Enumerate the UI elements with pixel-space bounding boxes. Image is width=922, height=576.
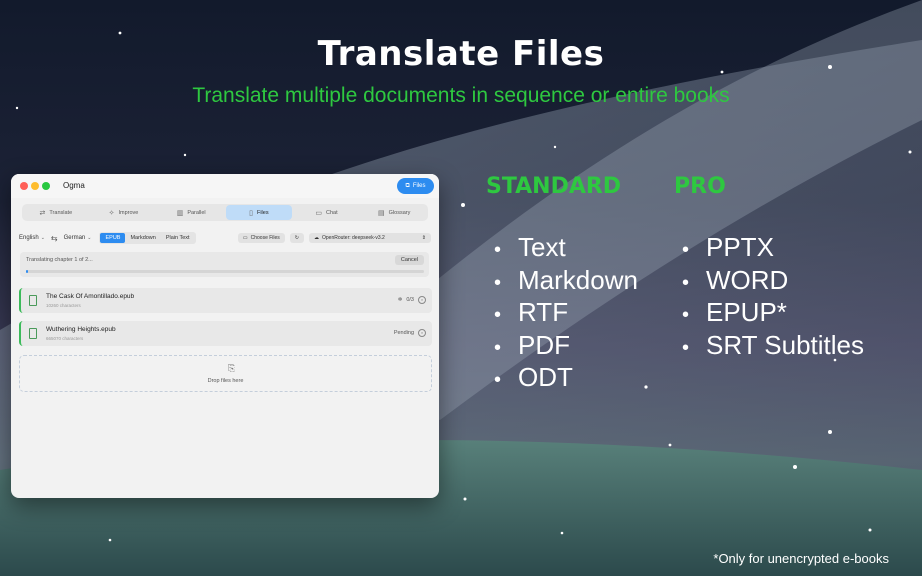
format-epub[interactable]: EPUB xyxy=(100,233,126,243)
file-status: ✲ 0/3 xyxy=(397,297,414,303)
choose-files-button[interactable]: ▭ Choose Files xyxy=(237,233,285,243)
mode-tabs: ⇄ Translate ✧ Improve ▥ Parallel ▯ Files ▭ Ch… xyxy=(22,204,428,221)
tab-glossary[interactable]: ▤ Glossary xyxy=(361,205,427,220)
tab-improve[interactable]: ✧ Improve xyxy=(91,205,157,220)
list-item: • PPTX xyxy=(682,232,774,262)
folder-icon: ▭ xyxy=(242,235,248,241)
list-item: • SRT Subtitles xyxy=(682,329,865,360)
app-title: Ogma xyxy=(63,181,85,190)
translate-icon: ⇄ xyxy=(39,209,46,217)
file-icon: ▯ xyxy=(249,209,253,217)
chevron-down-icon: ⌄ xyxy=(40,235,45,241)
book-icon: ▤ xyxy=(378,209,385,217)
list-item: • Markdown xyxy=(494,264,638,295)
list-item: • WORD xyxy=(682,264,789,295)
list-item: • PDF xyxy=(494,329,570,360)
footnote: *Only for unencrypted e-books xyxy=(713,551,889,566)
zoom-window-button[interactable] xyxy=(42,182,50,190)
hero-title: Translate Files xyxy=(317,34,605,74)
tab-parallel[interactable]: ▥ Parallel xyxy=(158,205,224,220)
source-language-select[interactable]: English ⌄ xyxy=(19,235,45,241)
hero-subtitle: Translate multiple documents in sequence… xyxy=(192,84,730,107)
chevron-down-icon: ⌄ xyxy=(87,235,92,241)
document-icon xyxy=(29,295,37,306)
standard-format-list: • Text • Markdown • RTF • PDF • ODT xyxy=(494,231,638,394)
list-item: • Text xyxy=(494,232,566,262)
refresh-button[interactable]: ↻ xyxy=(289,233,304,243)
file-drop-icon: ⎘ xyxy=(228,363,236,373)
file-row[interactable]: Wuthering Heights.epub 665070 characters… xyxy=(19,321,432,346)
file-name: The Cask Of Amontillado.epub xyxy=(46,293,135,300)
spinner-icon: ✲ xyxy=(397,297,403,303)
cloud-icon: ☁ xyxy=(314,235,319,241)
minimize-window-button[interactable] xyxy=(31,182,39,190)
cancel-button[interactable]: Cancel xyxy=(394,255,424,265)
drop-zone[interactable]: ⎘ Drop files here xyxy=(19,355,432,392)
tab-chat[interactable]: ▭ Chat xyxy=(294,205,360,220)
progress-panel: Translating chapter 1 of 2... Cancel xyxy=(20,252,429,277)
files-icon: ⧉ xyxy=(405,182,410,189)
swap-languages-button[interactable]: ⇆ xyxy=(51,234,58,243)
model-select[interactable]: ☁ OpenRouter: deepseek-v3.2 ⇕ xyxy=(309,233,431,243)
sparkle-icon: ✧ xyxy=(108,209,115,217)
file-row[interactable]: The Cask Of Amontillado.epub 10260 chara… xyxy=(19,288,432,313)
tab-files[interactable]: ▯ Files xyxy=(226,205,292,220)
remove-file-button[interactable]: × xyxy=(418,329,426,337)
file-char-count: 665070 characters xyxy=(46,336,84,341)
progress-bar-fill xyxy=(26,270,28,273)
list-item: • EPUP* xyxy=(682,297,787,327)
standard-heading: STANDARD xyxy=(486,174,622,199)
drop-zone-label: Drop files here xyxy=(207,378,244,384)
list-item: • RTF xyxy=(494,297,569,327)
close-window-button[interactable] xyxy=(20,182,28,190)
list-item: • ODT xyxy=(494,362,573,392)
file-name: Wuthering Heights.epub xyxy=(46,326,116,333)
document-icon xyxy=(29,328,37,339)
toolbar: English ⌄ ⇆ German ⌄ EPUB Markdown Plain… xyxy=(19,231,431,245)
pro-heading: PRO xyxy=(674,174,726,199)
updown-chevron-icon: ⇕ xyxy=(421,235,426,241)
columns-icon: ▥ xyxy=(176,209,184,217)
remove-file-button[interactable]: × xyxy=(418,296,426,304)
app-window: Ogma ⧉ Files ⇄ Translate ✧ Improve ▥ Parall… xyxy=(11,174,439,498)
progress-bar xyxy=(26,270,424,273)
format-markdown[interactable]: Markdown xyxy=(125,233,160,243)
tab-translate[interactable]: ⇄ Translate xyxy=(23,205,89,220)
format-plain-text[interactable]: Plain Text xyxy=(161,233,195,243)
file-status: Pending xyxy=(393,330,414,336)
title-bar: Ogma ⧉ Files xyxy=(11,174,439,198)
format-segmented-control: EPUB Markdown Plain Text xyxy=(99,232,196,244)
files-header-button[interactable]: ⧉ Files xyxy=(397,178,434,194)
progress-text: Translating chapter 1 of 2... xyxy=(26,257,93,263)
chat-icon: ▭ xyxy=(315,209,323,217)
file-char-count: 10260 characters xyxy=(46,303,81,308)
refresh-icon: ↻ xyxy=(294,235,299,241)
target-language-select[interactable]: German ⌄ xyxy=(64,235,92,241)
pro-format-list: • PPTX • WORD • EPUP* • SRT Subtitles xyxy=(682,231,864,361)
